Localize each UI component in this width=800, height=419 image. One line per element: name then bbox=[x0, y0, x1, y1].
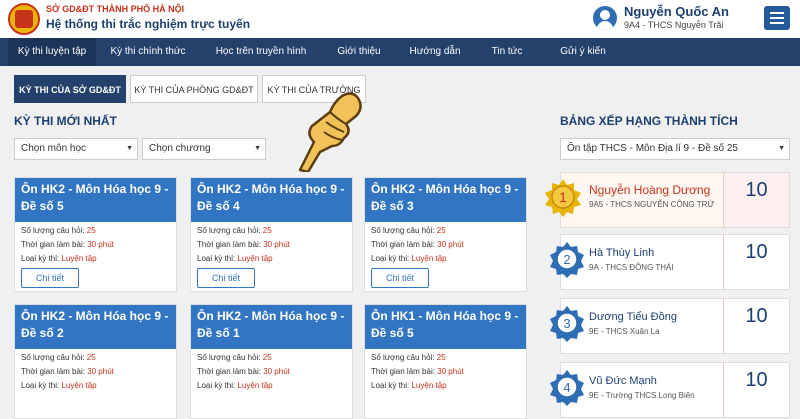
exam-card-title[interactable]: Ôn HK2 - Môn Hóa học 9 - Đề số 2 bbox=[15, 305, 176, 349]
exam-questions: Số lượng câu hỏi: 25 bbox=[371, 226, 446, 235]
ranking-entry[interactable]: 1 Nguyễn Hoàng Dương 9A5 - THCS NGUYỄN C… bbox=[545, 172, 790, 228]
header: SỞ GD&ĐT THÀNH PHỐ HÀ NỘI Hệ thống thi t… bbox=[0, 0, 800, 38]
exam-questions: Số lượng câu hỏi: 25 bbox=[21, 353, 96, 362]
tab-district-exams[interactable]: KỲ THI CỦA PHÒNG GD&ĐT bbox=[130, 75, 258, 103]
gold-medal-icon: 1 bbox=[545, 179, 581, 217]
svg-text:4: 4 bbox=[563, 380, 570, 395]
user-name[interactable]: Nguyễn Quốc An bbox=[624, 4, 729, 19]
rank-badge-icon: 3 bbox=[550, 306, 584, 342]
ranking-entry[interactable]: 2 Hà Thùy Linh 9A - THCS ĐÔNG THÁI 10 bbox=[550, 234, 790, 290]
exam-card-title[interactable]: Ôn HK2 - Môn Hóa học 9 - Đề số 3 bbox=[365, 178, 526, 222]
hamburger-icon[interactable] bbox=[764, 6, 790, 30]
exam-card-title[interactable]: Ôn HK2 - Môn Hóa học 9 - Đề số 1 bbox=[191, 305, 352, 349]
subject-select[interactable]: Chọn môn học ▼ bbox=[14, 138, 138, 160]
exam-time: Thời gian làm bài: 30 phút bbox=[371, 240, 464, 249]
exam-time: Thời gian làm bài: 30 phút bbox=[197, 240, 290, 249]
svg-text:1: 1 bbox=[559, 189, 567, 205]
exam-type: Loại kỳ thi: Luyện tập bbox=[197, 381, 273, 390]
rank-class: 9E - Trường THCS Long Biên bbox=[589, 391, 695, 400]
exam-card: Ôn HK2 - Môn Hóa học 9 - Đề số 1 Số lượn… bbox=[190, 304, 353, 419]
exam-type: Loại kỳ thi: Luyện tập bbox=[197, 254, 273, 263]
exam-card: Ôn HK2 - Môn Hóa học 9 - Đề số 2 Số lượn… bbox=[14, 304, 177, 419]
ranking-entry[interactable]: 3 Dương Tiểu Đồng 9E - THCS Xuân La 10 bbox=[550, 298, 790, 354]
chevron-down-icon: ▼ bbox=[126, 145, 133, 152]
rank-score: 10 bbox=[723, 173, 789, 227]
nav-about[interactable]: Giới thiệu bbox=[330, 38, 388, 66]
rank-score: 10 bbox=[723, 363, 789, 417]
exam-time: Thời gian làm bài: 30 phút bbox=[197, 367, 290, 376]
exam-card: Ôn HK1 - Môn Hóa học 9 - Đề số 5 Số lượn… bbox=[364, 304, 527, 419]
rank-score: 10 bbox=[723, 235, 789, 289]
exam-card-title[interactable]: Ôn HK2 - Môn Hóa học 9 - Đề số 4 bbox=[191, 178, 352, 222]
exam-card: Ôn HK2 - Môn Hóa học 9 - Đề số 4 Số lượn… bbox=[190, 177, 353, 292]
emblem-icon[interactable] bbox=[8, 3, 40, 35]
subject-select-label: Chọn môn học bbox=[21, 143, 87, 154]
nav-practice-exams[interactable]: Kỳ thi luyện tập bbox=[8, 38, 96, 66]
rank-name: Dương Tiểu Đồng bbox=[589, 311, 677, 323]
user-avatar-icon[interactable] bbox=[593, 6, 617, 30]
latest-exams-title: KỲ THI MỚI NHẤT bbox=[14, 114, 117, 128]
exam-card: Ôn HK2 - Môn Hóa học 9 - Đề số 3 Số lượn… bbox=[364, 177, 527, 292]
detail-button[interactable]: Chi tiết bbox=[197, 268, 255, 288]
chapter-select[interactable]: Chọn chương ▼ bbox=[142, 138, 266, 160]
exam-questions: Số lượng câu hỏi: 25 bbox=[371, 353, 446, 362]
ranking-entry[interactable]: 4 Vũ Đức Mạnh 9E - Trường THCS Long Biên… bbox=[550, 362, 790, 418]
chapter-select-label: Chọn chương bbox=[149, 143, 211, 154]
pointing-hand-icon bbox=[298, 92, 362, 172]
rank-badge-icon: 2 bbox=[550, 242, 584, 278]
ranking-title: BẢNG XẾP HẠNG THÀNH TÍCH bbox=[560, 114, 738, 128]
exam-time: Thời gian làm bài: 30 phút bbox=[21, 367, 114, 376]
main-nav: Kỳ thi luyện tập Kỳ thi chính thức Học t… bbox=[0, 38, 800, 66]
org-name: SỞ GD&ĐT THÀNH PHỐ HÀ NỘI bbox=[46, 4, 185, 14]
rank-score: 10 bbox=[723, 299, 789, 353]
exam-card: Ôn HK2 - Môn Hóa học 9 - Đề số 5 Số lượn… bbox=[14, 177, 177, 292]
ranking-exam-select[interactable]: Ôn tập THCS - Môn Địa lí 9 - Đề số 25 ▼ bbox=[560, 138, 790, 160]
svg-text:2: 2 bbox=[563, 252, 570, 267]
rank-badge-icon: 4 bbox=[550, 370, 584, 406]
rank-name: Hà Thùy Linh bbox=[589, 247, 655, 259]
rank-class: 9A5 - THCS NGUYỄN CÔNG TRỨ bbox=[589, 200, 715, 209]
rank-class: 9E - THCS Xuân La bbox=[589, 327, 660, 336]
chevron-down-icon: ▼ bbox=[778, 145, 785, 152]
svg-text:3: 3 bbox=[563, 316, 570, 331]
rank-class: 9A - THCS ĐÔNG THÁI bbox=[589, 263, 674, 272]
tab-department-exams[interactable]: KỲ THI CỦA SỞ GD&ĐT bbox=[14, 75, 126, 103]
exam-questions: Số lượng câu hỏi: 25 bbox=[197, 353, 272, 362]
rank-name: Vũ Đức Mạnh bbox=[589, 375, 657, 387]
ranking-select-label: Ôn tập THCS - Môn Địa lí 9 - Đề số 25 bbox=[567, 143, 738, 154]
exam-card-title[interactable]: Ôn HK1 - Môn Hóa học 9 - Đề số 5 bbox=[365, 305, 526, 349]
exam-questions: Số lượng câu hỏi: 25 bbox=[197, 226, 272, 235]
exam-type: Loại kỳ thi: Luyện tập bbox=[21, 381, 97, 390]
nav-official-exams[interactable]: Kỳ thi chính thức bbox=[104, 38, 192, 66]
exam-questions: Số lượng câu hỏi: 25 bbox=[21, 226, 96, 235]
detail-button[interactable]: Chi tiết bbox=[371, 268, 429, 288]
nav-guide[interactable]: Hướng dẫn bbox=[406, 38, 464, 66]
nav-news[interactable]: Tin tức bbox=[484, 38, 530, 66]
nav-feedback[interactable]: Gửi ý kiến bbox=[550, 38, 616, 66]
exam-type: Loại kỳ thi: Luyện tập bbox=[21, 254, 97, 263]
detail-button[interactable]: Chi tiết bbox=[21, 268, 79, 288]
user-class: 9A4 - THCS Nguyễn Trãi bbox=[624, 20, 724, 30]
exam-card-title[interactable]: Ôn HK2 - Môn Hóa học 9 - Đề số 5 bbox=[15, 178, 176, 222]
rank-name: Nguyễn Hoàng Dương bbox=[589, 183, 711, 197]
exam-time: Thời gian làm bài: 30 phút bbox=[371, 367, 464, 376]
exam-time: Thời gian làm bài: 30 phút bbox=[21, 240, 114, 249]
nav-tv-learning[interactable]: Học trên truyền hình bbox=[208, 38, 314, 66]
chevron-down-icon: ▼ bbox=[254, 145, 261, 152]
exam-type: Loại kỳ thi: Luyện tập bbox=[371, 254, 447, 263]
system-title[interactable]: Hệ thống thi trắc nghiệm trực tuyến bbox=[46, 17, 250, 31]
exam-type: Loại kỳ thi: Luyện tập bbox=[371, 381, 447, 390]
